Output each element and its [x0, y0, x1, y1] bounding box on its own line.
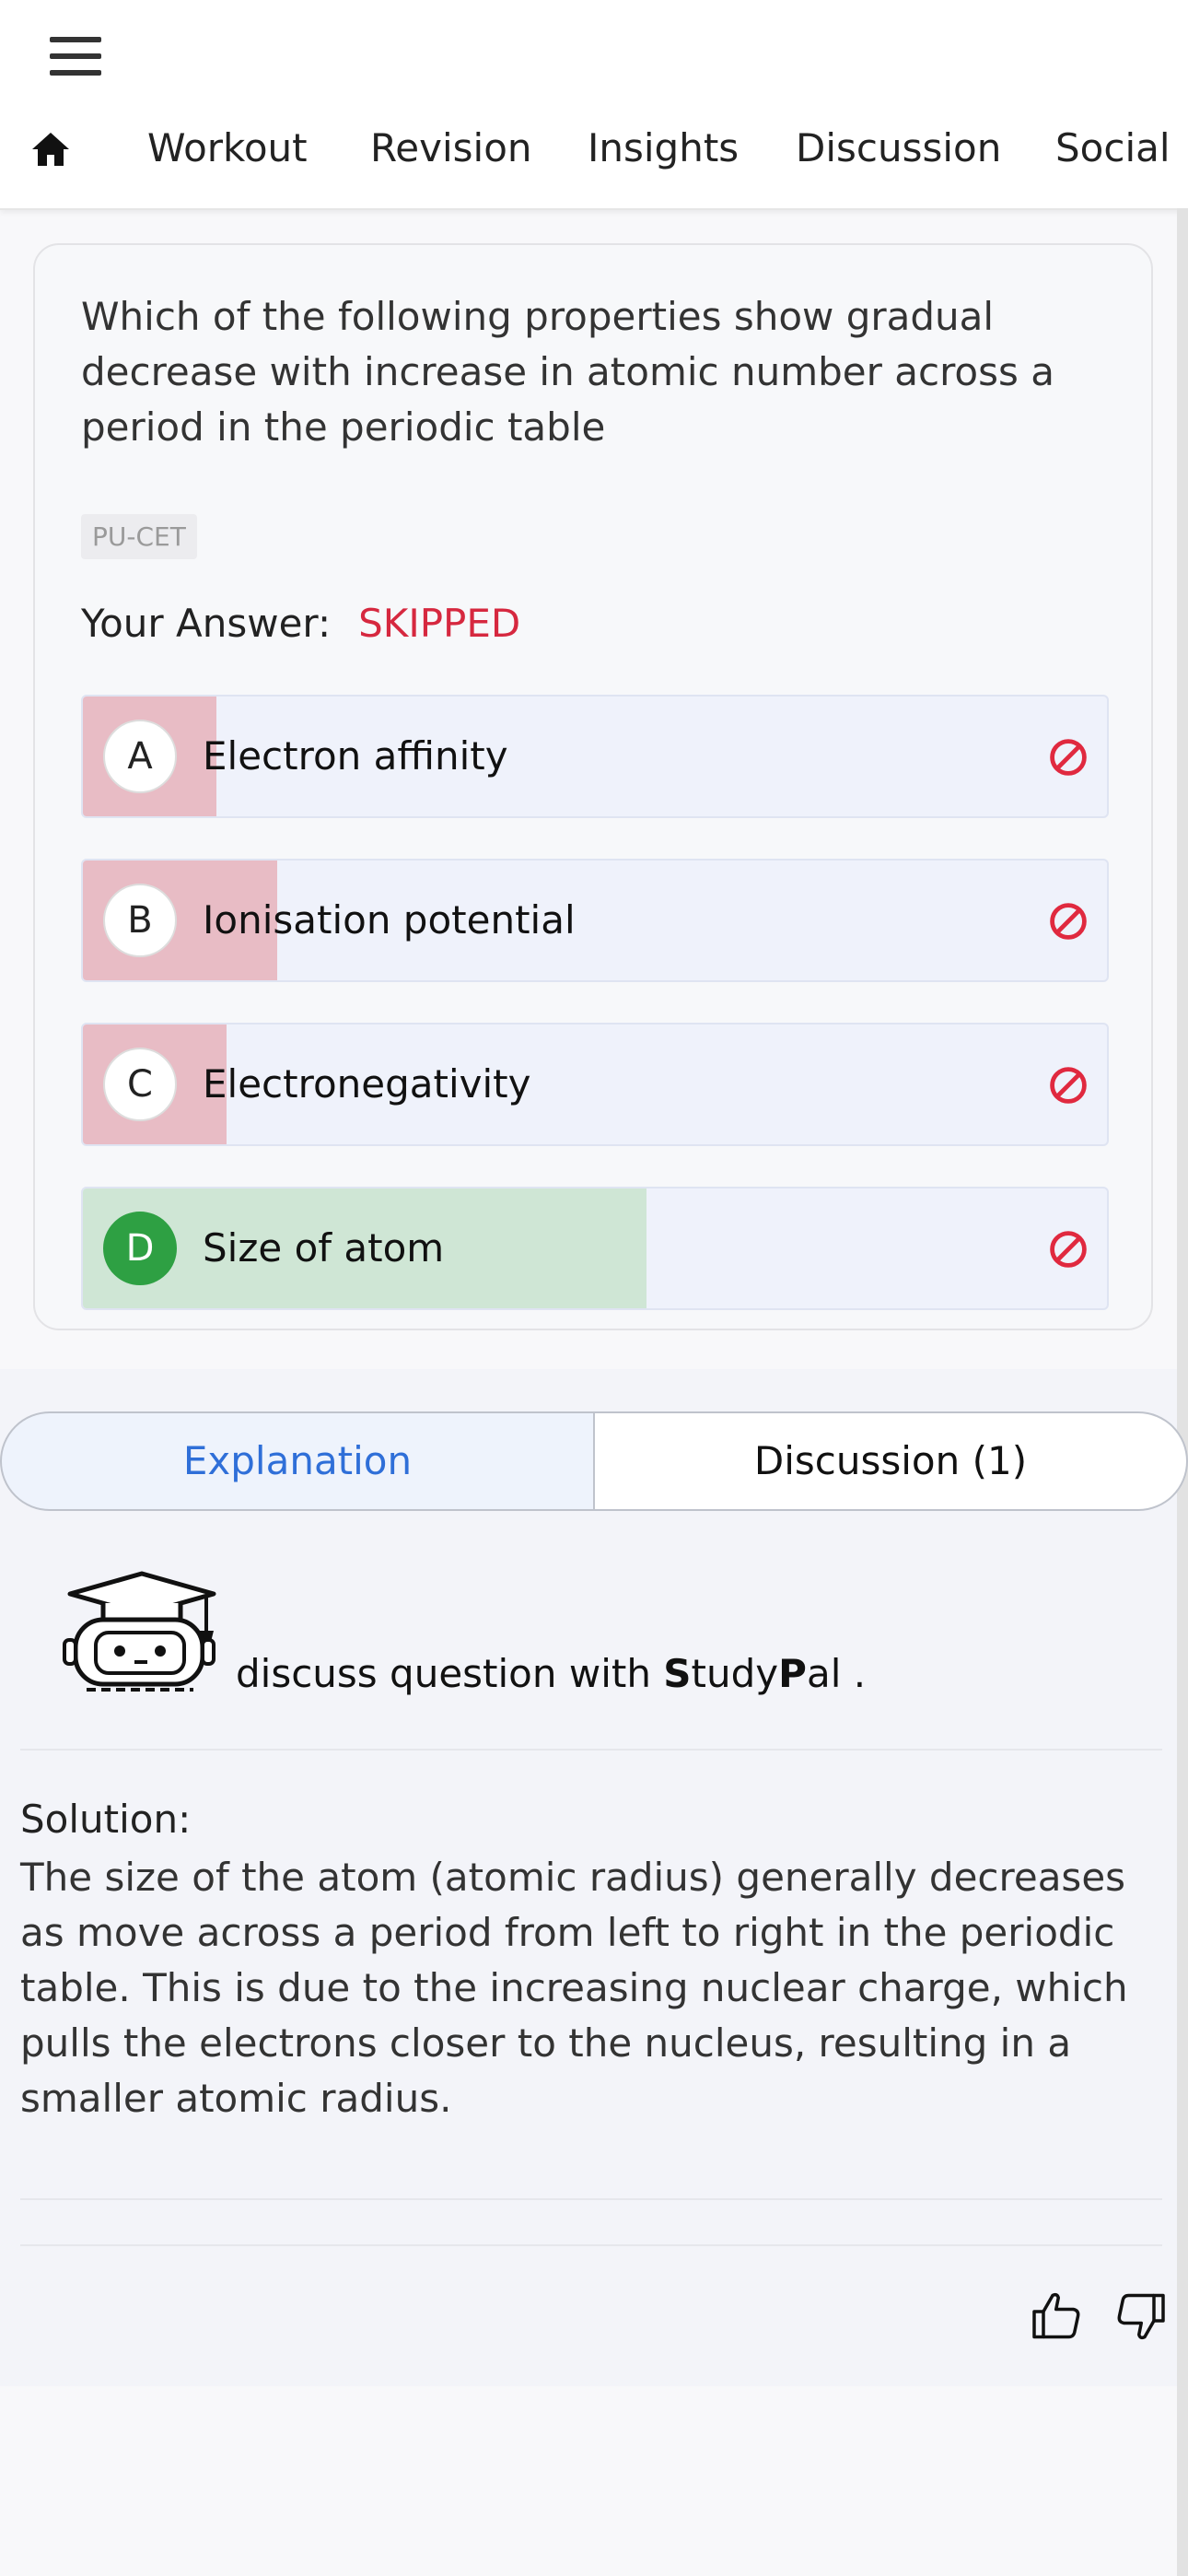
answer-tabs: Explanation Discussion (1) [0, 1411, 1188, 1511]
nav-workout[interactable]: Workout [147, 125, 308, 170]
option-c[interactable]: C Electronegativity [81, 1023, 1109, 1146]
option-a-letter: A [103, 720, 177, 793]
solution-heading: Solution: [20, 1797, 192, 1842]
your-answer-label: Your Answer: [81, 601, 332, 646]
thumbs-down-icon[interactable] [1112, 2289, 1168, 2344]
ban-icon [1050, 739, 1087, 776]
option-d[interactable]: D Size of atom [81, 1187, 1109, 1310]
studypal-prefix: discuss question with [236, 1651, 664, 1696]
option-a[interactable]: A Electron affinity [81, 695, 1109, 818]
question-text: Which of the following properties show g… [81, 294, 1054, 450]
nav-insights[interactable]: Insights [588, 125, 739, 170]
option-d-letter: D [103, 1212, 177, 1285]
divider [20, 1749, 1162, 1751]
nav-bar: Workout Revision Insights Discussion Soc… [0, 109, 1188, 192]
option-b[interactable]: B Ionisation potential [81, 859, 1109, 982]
your-answer-value: SKIPPED [358, 601, 521, 646]
studypal-robot-icon[interactable] [59, 1566, 225, 1695]
scrollbar[interactable] [1177, 208, 1188, 2576]
option-b-text: Ionisation potential [203, 897, 576, 943]
studypal-s: S [663, 1651, 692, 1696]
option-a-text: Electron affinity [203, 733, 508, 779]
option-c-text: Electronegativity [203, 1061, 531, 1107]
ban-icon [1050, 1067, 1087, 1104]
ban-icon [1050, 1231, 1087, 1268]
divider [20, 2244, 1162, 2246]
studypal-al: al . [806, 1651, 867, 1696]
question-card: Which of the following properties show g… [33, 243, 1153, 1330]
exam-tag: PU-CET [81, 514, 197, 559]
option-b-letter: B [103, 884, 177, 957]
studypal-tudy: tudy [691, 1651, 779, 1696]
home-icon[interactable] [28, 127, 74, 171]
menu-icon[interactable] [50, 37, 101, 77]
option-c-letter: C [103, 1048, 177, 1121]
divider [20, 2198, 1162, 2200]
nav-revision[interactable]: Revision [370, 125, 532, 170]
studypal-p: P [778, 1651, 807, 1696]
ban-icon [1050, 903, 1087, 940]
thumbs-up-icon[interactable] [1030, 2289, 1085, 2344]
studypal-link[interactable]: discuss question with StudyPal . [236, 1651, 866, 1696]
nav-discussion[interactable]: Discussion [796, 125, 1001, 170]
tab-explanation[interactable]: Explanation [0, 1411, 595, 1511]
option-d-text: Size of atom [203, 1225, 445, 1270]
top-bar: Workout Revision Insights Discussion Soc… [0, 0, 1188, 210]
tab-discussion[interactable]: Discussion (1) [595, 1411, 1188, 1511]
solution-text: The size of the atom (atomic radius) gen… [20, 1855, 1128, 2121]
nav-social[interactable]: Social [1055, 125, 1171, 170]
your-answer: Your Answer: SKIPPED [81, 601, 520, 646]
